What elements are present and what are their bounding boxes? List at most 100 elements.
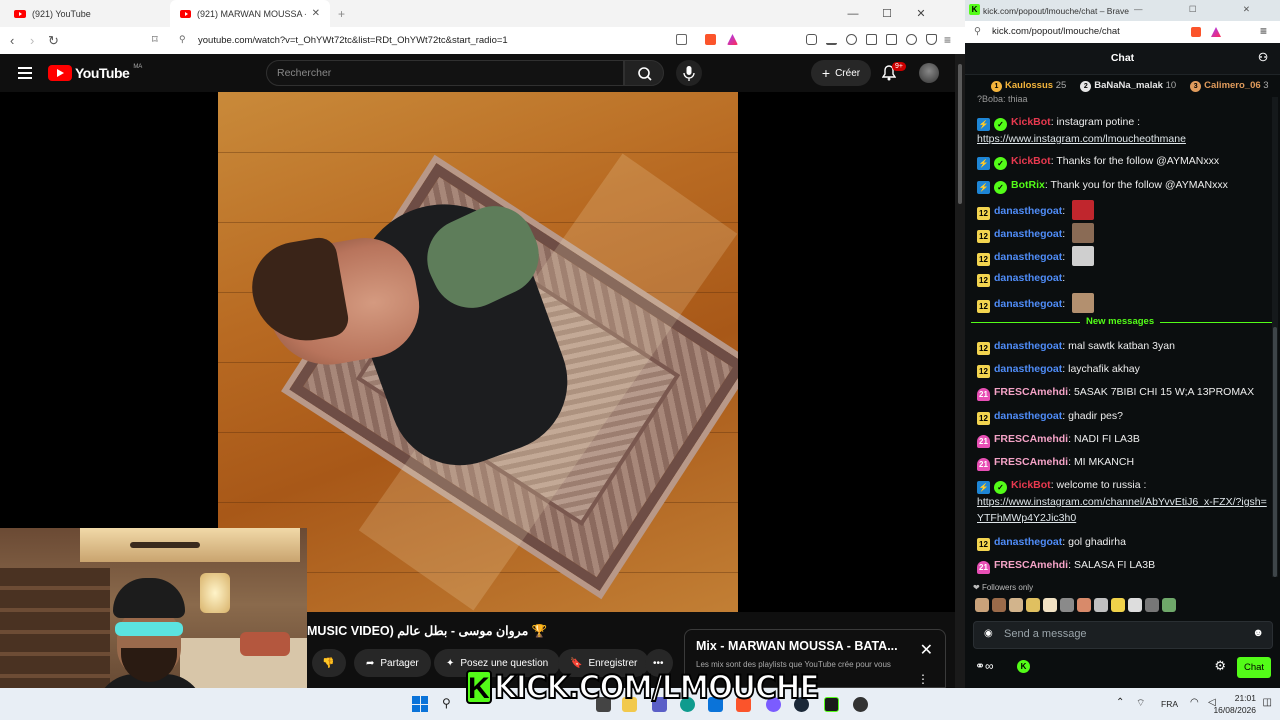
chat-username[interactable]: danasthegoat [994, 536, 1062, 548]
clock[interactable]: 21:01 16/08/2026 [1213, 692, 1256, 716]
emote[interactable] [1009, 598, 1023, 612]
chat-username[interactable]: FRESCAmehdi [994, 433, 1068, 445]
taskbar-search-icon[interactable]: ⚲ [442, 696, 451, 710]
search-button[interactable] [624, 60, 664, 86]
emote[interactable] [1043, 598, 1057, 612]
chat-username[interactable]: danasthegoat [994, 228, 1062, 240]
chat-username[interactable]: FRESCAmehdi [994, 386, 1068, 398]
chat-username[interactable]: danasthegoat [994, 298, 1062, 310]
send-chat-button[interactable]: Chat [1237, 657, 1271, 678]
notification-center-icon[interactable]: ◫ [1263, 697, 1272, 708]
brave-rewards-icon[interactable] [727, 34, 738, 45]
emote[interactable] [1145, 598, 1159, 612]
chat-username[interactable]: KickBot [1011, 116, 1051, 128]
chat-username[interactable]: danasthegoat [994, 272, 1062, 284]
popout-address-bar[interactable]: ⚲ kick.com/popout/lmouche/chat ≡ [965, 21, 1280, 43]
new-tab-icon[interactable]: + [338, 7, 345, 21]
chat-username[interactable]: FRESCAmehdi [994, 559, 1068, 571]
chat-scrollbar[interactable] [1272, 97, 1278, 577]
media-icon[interactable] [846, 34, 857, 45]
minimize-icon[interactable]: — [836, 8, 870, 20]
network-icon[interactable]: ⌔ [1136, 697, 1145, 710]
chat-username[interactable]: danasthegoat [994, 205, 1062, 217]
windows-start-icon[interactable] [412, 696, 428, 712]
bookmark-icon[interactable]: ⌑ [152, 33, 158, 46]
menu-icon[interactable]: ≡ [1260, 24, 1267, 38]
sidebar-icon[interactable] [866, 34, 877, 45]
emote[interactable] [1094, 598, 1108, 612]
chat-username[interactable]: danasthegoat [994, 251, 1062, 263]
chat-username[interactable]: KickBot [1011, 479, 1051, 491]
followers-only-notice: ❤ Followers only [973, 583, 1033, 592]
brave-rewards-icon[interactable] [1211, 27, 1221, 37]
emote[interactable] [1111, 598, 1125, 612]
brave-shields-icon[interactable] [705, 34, 716, 45]
voice-search-button[interactable] [676, 60, 702, 86]
chat-username[interactable]: danasthegoat [994, 410, 1062, 422]
chat-username[interactable]: FRESCAmehdi [994, 456, 1068, 468]
reload-icon[interactable]: ↻ [48, 33, 59, 49]
tab-marwan-moussa[interactable]: (921) MARWAN MOUSSA - B ✕ [170, 0, 330, 27]
emote[interactable] [1026, 598, 1040, 612]
wifi-icon[interactable]: ◠ [1190, 697, 1199, 708]
chat-message: 21 FRESCAmehdi: MI MKANCH [977, 454, 1272, 471]
chat-username[interactable]: KickBot [1011, 155, 1051, 167]
create-button[interactable]: + Créer [811, 60, 871, 86]
account-avatar[interactable] [919, 63, 939, 83]
tab-youtube-home[interactable]: (921) YouTube [4, 0, 169, 27]
emote[interactable] [1060, 598, 1074, 612]
emote[interactable] [975, 598, 989, 612]
chat-link[interactable]: https://www.instagram.com/lmoucheothmane [977, 133, 1186, 145]
bot-badge-icon: ⚡ [977, 481, 990, 494]
back-icon[interactable]: ‹ [10, 33, 14, 48]
search-input[interactable]: Rechercher [266, 60, 624, 86]
obs-icon[interactable] [853, 697, 868, 712]
wallet-icon[interactable] [886, 34, 897, 45]
kick-points-icon[interactable]: K [1017, 660, 1030, 673]
emote[interactable] [1162, 598, 1176, 612]
banner-text: KICK.COM/LMOUCHE [493, 667, 820, 707]
create-label: Créer [835, 67, 861, 79]
forward-icon[interactable]: › [30, 33, 34, 48]
download-icon[interactable] [826, 34, 837, 45]
close-window-icon[interactable]: ✕ [904, 7, 938, 20]
chat-username[interactable]: danasthegoat [994, 340, 1062, 352]
dislike-button[interactable]: 👎 [312, 649, 346, 677]
menu-icon[interactable]: ≡ [944, 33, 951, 47]
close-tab-icon[interactable]: ✕ [312, 8, 320, 19]
hamburger-menu-icon[interactable] [18, 67, 32, 79]
site-info-icon[interactable]: ⚲ [974, 26, 981, 37]
subscriber-badge: 12 [977, 538, 990, 551]
leader-name: Calimero_06 [1204, 80, 1261, 91]
community-icon[interactable]: ⚭∞ [975, 659, 994, 673]
brave-shields-icon[interactable] [1191, 27, 1201, 37]
emoji-picker-icon[interactable]: ☻ [1252, 627, 1264, 639]
share-button[interactable]: ➦ Partager [354, 649, 431, 677]
tray-chevron-icon[interactable]: ⌃ [1116, 697, 1124, 708]
users-icon[interactable]: ⚇ [1258, 43, 1268, 74]
new-messages-label: New messages [1080, 316, 1161, 327]
page-scrollbar[interactable] [955, 54, 965, 688]
url-field[interactable]: ⚲ youtube.com/watch?v=t_OhYWt72tc&list=R… [170, 30, 690, 51]
cast-icon[interactable] [676, 34, 687, 45]
close-mix-icon[interactable]: ✕ [920, 640, 933, 660]
settings-gear-icon[interactable]: ⚙ [1214, 658, 1226, 674]
extensions-icon[interactable] [806, 34, 817, 45]
leo-icon[interactable] [906, 34, 917, 45]
chat-username[interactable]: BotRix [1011, 179, 1045, 191]
chat-link[interactable]: https://www.instagram.com/channel/AbYvvE… [977, 496, 1267, 524]
site-info-icon[interactable]: ⚲ [179, 34, 186, 45]
chat-username[interactable]: danasthegoat [994, 363, 1062, 375]
emote[interactable] [992, 598, 1006, 612]
language-indicator[interactable]: FRA [1161, 699, 1178, 709]
vpn-icon[interactable] [926, 34, 937, 45]
emote[interactable] [1077, 598, 1091, 612]
window-controls[interactable]: — ☐ ✕ [1134, 4, 1272, 15]
chat-message-input[interactable]: ◉ Send a message ☻ [973, 621, 1273, 649]
terminal-icon[interactable] [824, 697, 839, 712]
window-title: kick.com/popout/lmouche/chat – Brave [983, 5, 1129, 16]
emote[interactable] [1128, 598, 1142, 612]
mix-more-icon[interactable]: ⋮ [917, 672, 929, 686]
youtube-logo[interactable]: YouTube MA [48, 64, 142, 81]
maximize-icon[interactable]: ☐ [870, 7, 904, 20]
